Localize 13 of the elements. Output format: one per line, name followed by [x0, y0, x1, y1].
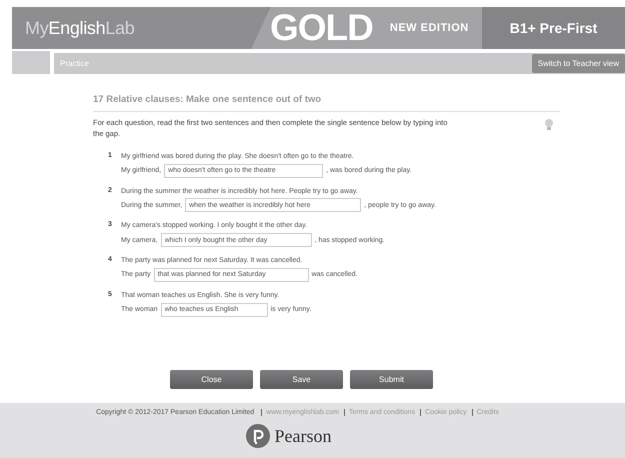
exercise-title: 17 Relative clauses: Make one sentence out of two: [93, 94, 560, 112]
brand-name: Pearson: [274, 426, 332, 446]
lightbulb-icon[interactable]: [544, 118, 554, 132]
action-button[interactable]: Close: [170, 370, 253, 389]
side-block: [12, 51, 50, 74]
brand-title: GOLD: [270, 7, 373, 49]
edition-label: NEW EDITION: [390, 22, 469, 34]
action-button[interactable]: Save: [260, 370, 343, 389]
logo: MyEnglishLab: [24, 18, 136, 38]
switch-view-button[interactable]: Switch to Teacher view: [532, 54, 625, 73]
action-button[interactable]: Submit: [350, 370, 433, 389]
pearson-logo-icon: [246, 424, 270, 448]
level-label: B1+ Pre-First: [482, 7, 625, 49]
